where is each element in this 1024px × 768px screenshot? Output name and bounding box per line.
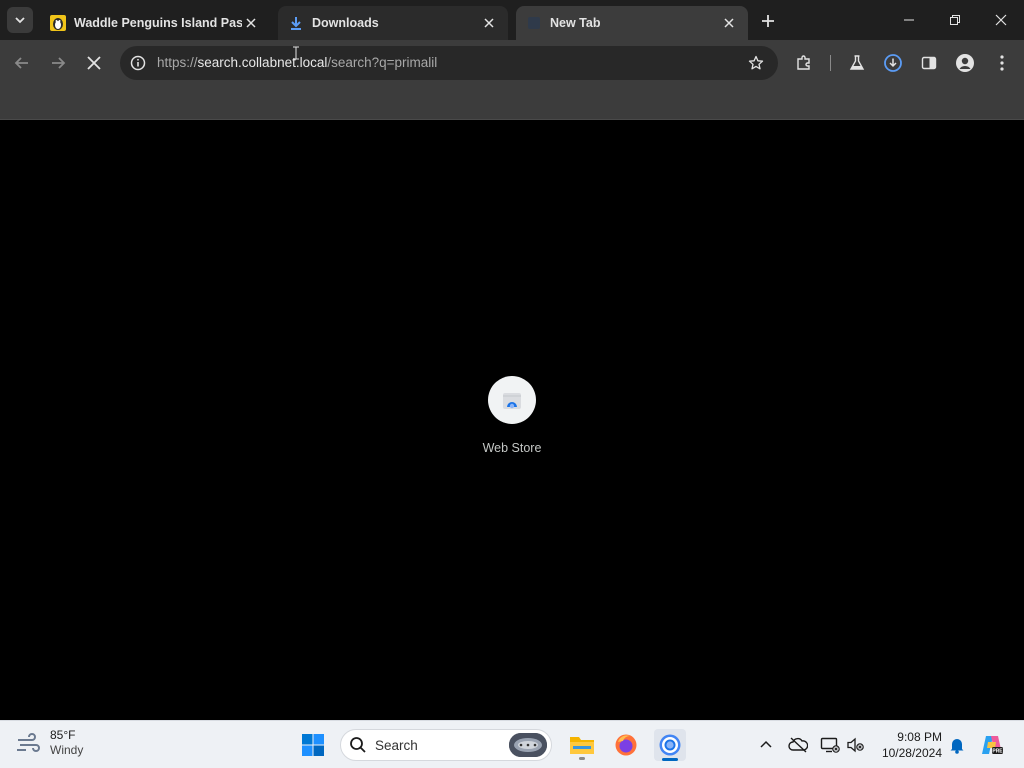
copilot-icon[interactable]: PRE bbox=[980, 733, 1004, 757]
weather-condition: Windy bbox=[50, 743, 84, 757]
taskbar-search-box[interactable]: Search bbox=[340, 729, 552, 761]
arrow-right-icon bbox=[52, 57, 66, 69]
tab-waddle-penguins[interactable]: Waddle Penguins Island Passport bbox=[40, 6, 270, 40]
running-indicator bbox=[579, 757, 585, 760]
close-tab-icon[interactable] bbox=[720, 14, 738, 32]
close-tab-icon[interactable] bbox=[480, 14, 498, 32]
new-tab-page: Web Store bbox=[0, 121, 1024, 720]
profile-avatar-icon[interactable] bbox=[953, 51, 977, 75]
shortcut-icon-tile bbox=[488, 376, 536, 424]
side-panel-icon[interactable] bbox=[917, 51, 941, 75]
active-app-indicator bbox=[662, 758, 678, 761]
file-explorer-icon bbox=[570, 737, 594, 754]
clock-time: 9:08 PM bbox=[897, 730, 942, 744]
arrow-left-icon bbox=[14, 57, 28, 69]
tab-search-button[interactable] bbox=[7, 7, 33, 33]
taskbar-file-explorer[interactable] bbox=[566, 729, 598, 761]
search-highlight-image bbox=[509, 733, 547, 757]
labs-flask-icon[interactable] bbox=[845, 51, 869, 75]
more-menu-icon[interactable] bbox=[990, 51, 1014, 75]
network-icon[interactable] bbox=[818, 733, 842, 757]
close-tab-icon[interactable] bbox=[242, 14, 260, 32]
extensions-icon[interactable] bbox=[792, 51, 816, 75]
close-icon bbox=[87, 56, 101, 70]
close-icon bbox=[995, 14, 1007, 26]
tab-strip: Waddle Penguins Island Passport Download… bbox=[0, 0, 1024, 40]
svg-text:PRE: PRE bbox=[992, 749, 1003, 755]
taskbar-chrome[interactable] bbox=[654, 729, 686, 761]
chevron-up-icon bbox=[760, 740, 772, 748]
system-clock[interactable]: 9:08 PM 10/28/2024 bbox=[870, 729, 942, 761]
site-info-icon[interactable] bbox=[128, 53, 148, 73]
url-scheme: https:// bbox=[157, 55, 198, 70]
windows-taskbar: 85°F Windy Search 9:08 PM 10/28/2024 PRE bbox=[0, 720, 1024, 768]
tab-new-tab[interactable]: New Tab bbox=[516, 6, 748, 40]
back-button[interactable] bbox=[8, 49, 36, 77]
url-path: /search?q=primalil bbox=[327, 55, 438, 70]
firefox-icon bbox=[615, 734, 637, 756]
onedrive-offline-icon[interactable] bbox=[786, 733, 810, 757]
tab-title: Downloads bbox=[312, 16, 379, 30]
taskbar-firefox[interactable] bbox=[610, 729, 642, 761]
new-tab-button[interactable] bbox=[756, 9, 780, 33]
weather-widget[interactable]: 85°F Windy bbox=[16, 728, 83, 758]
stop-loading-button[interactable] bbox=[80, 49, 108, 77]
tab-downloads[interactable]: Downloads bbox=[278, 6, 508, 40]
search-icon bbox=[350, 737, 366, 753]
address-bar[interactable]: https://search.collabnet.local/search?q=… bbox=[120, 46, 778, 80]
forward-button[interactable] bbox=[44, 49, 72, 77]
minimize-icon bbox=[904, 19, 914, 21]
browser-toolbar: https://search.collabnet.local/search?q=… bbox=[0, 40, 1024, 86]
bookmark-star-icon[interactable] bbox=[746, 53, 766, 73]
close-window-button[interactable] bbox=[978, 0, 1024, 40]
bookmarks-bar bbox=[0, 86, 1024, 120]
download-icon bbox=[291, 17, 301, 30]
download-progress-icon[interactable] bbox=[881, 51, 905, 75]
web-store-icon bbox=[503, 393, 521, 409]
toolbar-divider bbox=[830, 55, 831, 71]
clock-date: 10/28/2024 bbox=[881, 746, 942, 760]
shortcut-label: Web Store bbox=[482, 441, 542, 455]
show-hidden-icons[interactable] bbox=[754, 733, 778, 757]
blank-favicon bbox=[528, 17, 540, 29]
weather-temperature: 85°F bbox=[50, 728, 76, 742]
notification-bell-icon[interactable] bbox=[945, 733, 969, 757]
chevron-down-icon bbox=[15, 17, 25, 24]
chrome-icon bbox=[659, 734, 681, 756]
wind-icon bbox=[17, 733, 40, 752]
start-button[interactable] bbox=[297, 729, 329, 761]
text-cursor-icon bbox=[293, 46, 299, 60]
restore-button[interactable] bbox=[932, 0, 978, 40]
url-host: search.collabnet.local bbox=[197, 55, 328, 70]
search-placeholder: Search bbox=[375, 738, 418, 753]
tab-title: Waddle Penguins Island Passport bbox=[74, 16, 242, 30]
windows-start-icon bbox=[302, 734, 324, 756]
shortcut-web-store[interactable]: Web Store bbox=[472, 376, 552, 455]
minimize-button[interactable] bbox=[886, 0, 932, 40]
tab-title: New Tab bbox=[550, 16, 601, 30]
restore-icon bbox=[950, 15, 960, 25]
plus-icon bbox=[762, 15, 774, 27]
volume-muted-icon[interactable] bbox=[844, 733, 868, 757]
penguin-favicon bbox=[50, 15, 66, 31]
